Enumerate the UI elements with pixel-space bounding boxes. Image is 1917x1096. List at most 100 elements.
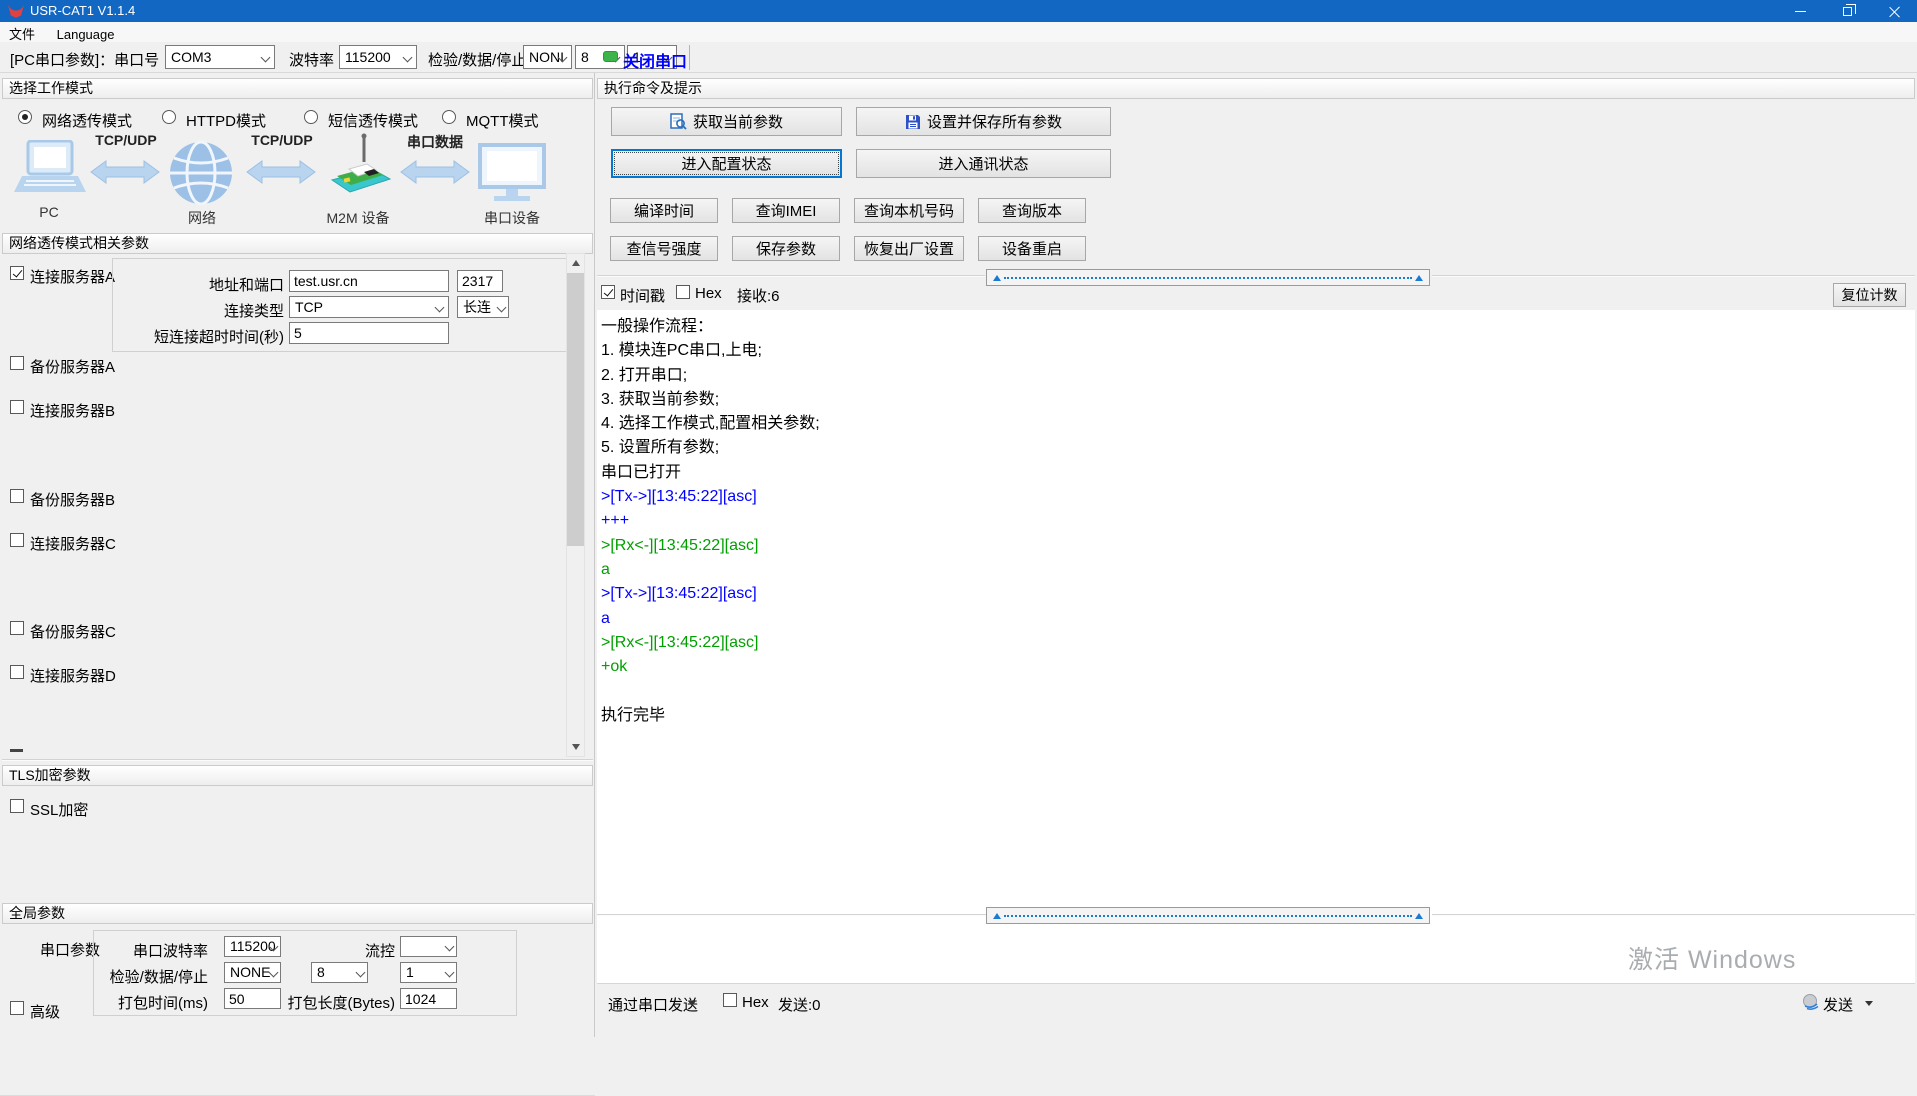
enter-config-button[interactable]: 进入配置状态	[611, 149, 842, 178]
compile-time-button[interactable]: 编译时间	[610, 198, 718, 223]
global-parity-select[interactable]: NONE	[224, 962, 281, 983]
query-number-button[interactable]: 查询本机号码	[854, 198, 964, 223]
send-sphere-icon[interactable]	[1802, 993, 1820, 1011]
watermark-line1: 激活 Windows	[1628, 940, 1836, 976]
checkbox-server-a[interactable]	[10, 266, 24, 280]
checkbox-timestamp-label[interactable]: 时间戳	[620, 285, 665, 306]
get-params-button[interactable]: 获取当前参数	[611, 107, 842, 136]
signal-strength-button[interactable]: 查信号强度	[610, 236, 718, 261]
radio-net-transparent-label[interactable]: 网络透传模式	[42, 110, 132, 131]
checkbox-server-b[interactable]	[10, 400, 24, 414]
checkbox-advanced-label[interactable]: 高级	[30, 1001, 60, 1022]
checkbox-timestamp[interactable]	[601, 285, 615, 299]
checkbox-backup-server-c-label[interactable]: 备份服务器C	[30, 621, 116, 642]
save-params-button[interactable]: 保存参数	[732, 236, 840, 261]
reset-counter-label: 复位计数	[1842, 285, 1898, 305]
flow-control-select[interactable]	[400, 936, 457, 957]
send-button[interactable]: 发送	[1823, 994, 1853, 1015]
scroll-down-button[interactable]	[567, 738, 584, 756]
close-serial-button[interactable]: 关闭串口	[623, 48, 687, 72]
server-a-port-input[interactable]	[457, 270, 503, 292]
chevron-down-icon	[497, 303, 507, 313]
checkbox-advanced[interactable]	[10, 1001, 24, 1015]
divider-line	[597, 275, 985, 277]
progress-marker-icon	[1415, 275, 1423, 281]
checkbox-server-b-label[interactable]: 连接服务器B	[30, 400, 115, 421]
minimize-button[interactable]	[1777, 0, 1823, 22]
log-line: 5. 设置所有参数;	[601, 436, 1915, 460]
device-restart-button[interactable]: 设备重启	[978, 236, 1086, 261]
checkbox-server-c[interactable]	[10, 533, 24, 547]
set-save-all-button[interactable]: 设置并保存所有参数	[856, 107, 1111, 136]
checkbox-server-c-label[interactable]: 连接服务器C	[30, 533, 116, 554]
baud-label: 波特率	[289, 49, 334, 70]
log-line: >[Tx->][13:45:22][asc]	[601, 582, 1915, 606]
checkbox-hex-send[interactable]	[723, 993, 737, 1007]
send-via-serial-dropdown[interactable]: 通过串口发送	[608, 994, 698, 1015]
checkbox-server-a-label[interactable]: 连接服务器A	[30, 266, 115, 287]
chevron-down-icon	[261, 53, 271, 63]
checkbox-server-d[interactable]	[10, 665, 24, 679]
arrow-down-icon	[572, 744, 580, 750]
factory-reset-label: 恢复出厂设置	[864, 238, 954, 259]
radio-mqtt[interactable]	[442, 110, 456, 124]
checkbox-server-d-label[interactable]: 连接服务器D	[30, 665, 116, 686]
radio-mqtt-label[interactable]: MQTT模式	[466, 110, 539, 131]
server-a-conn-type-select[interactable]: TCP	[289, 296, 449, 318]
log-line: 执行完毕	[601, 704, 1915, 728]
log-output-area[interactable]: 一般操作流程： 1. 模块连PC串口,上电; 2. 打开串口; 3. 获取当前参…	[597, 310, 1915, 984]
signal-strength-label: 查信号强度	[626, 238, 701, 259]
checkbox-backup-server-a[interactable]	[10, 356, 24, 370]
server-a-timeout-input[interactable]	[289, 322, 449, 344]
sent-count-label: 发送:0	[778, 994, 821, 1015]
conn-type-label: 连接类型	[121, 300, 284, 321]
send-progress-bar	[986, 907, 1430, 924]
usr-cat1-window: USR-CAT1 V1.1.4 文件 Language [PC串口参数]：串口号…	[0, 0, 1917, 1037]
checkbox-ssl-label[interactable]: SSL加密	[30, 799, 88, 820]
server-a-address-input[interactable]	[289, 270, 449, 292]
factory-reset-button[interactable]: 恢复出厂设置	[854, 236, 964, 261]
scrollbar-thumb[interactable]	[567, 273, 584, 546]
chevron-down-icon	[356, 968, 366, 978]
parity-select[interactable]: NONI	[523, 45, 572, 69]
com-port-select[interactable]: COM3	[165, 45, 275, 69]
log-line: >[Tx->][13:45:22][asc]	[601, 485, 1915, 509]
recv-count-label: 接收:6	[737, 285, 780, 306]
close-button[interactable]	[1871, 0, 1917, 22]
global-baud-select[interactable]: 115200	[224, 936, 281, 957]
arrow-left-right-icon	[246, 158, 316, 186]
checkbox-backup-server-b[interactable]	[10, 489, 24, 503]
global-databits-select[interactable]: 8	[311, 962, 368, 983]
checkbox-backup-server-b-label[interactable]: 备份服务器B	[30, 489, 115, 510]
server-a-keepalive-select[interactable]: 长连	[457, 296, 509, 318]
pack-time-input[interactable]	[224, 988, 281, 1009]
baud-select[interactable]: 115200	[339, 45, 417, 69]
global-databits-value: 8	[317, 964, 325, 980]
query-version-button[interactable]: 查询版本	[978, 198, 1086, 223]
pc-serial-label: [PC串口参数]：串口号	[10, 49, 159, 70]
reset-counter-button[interactable]: 复位计数	[1833, 283, 1906, 307]
checkbox-backup-server-c[interactable]	[10, 621, 24, 635]
radio-httpd[interactable]	[162, 110, 176, 124]
checkbox-hex-recv-label[interactable]: Hex	[695, 285, 722, 302]
checkbox-hex-recv[interactable]	[676, 285, 690, 299]
global-parity-value: NONE	[230, 964, 270, 980]
checkbox-backup-server-a-label[interactable]: 备份服务器A	[30, 356, 115, 377]
radio-net-transparent[interactable]	[18, 110, 32, 124]
scroll-up-button[interactable]	[567, 254, 584, 272]
query-imei-button[interactable]: 查询IMEI	[732, 198, 840, 223]
left-panel-scrollbar[interactable]	[566, 253, 585, 757]
restore-button[interactable]	[1824, 0, 1870, 22]
radio-sms-transparent-label[interactable]: 短信透传模式	[328, 110, 418, 131]
global-stopbits-select[interactable]: 1	[400, 962, 457, 983]
chevron-down-icon[interactable]	[688, 1001, 696, 1006]
checkbox-hex-send-label[interactable]: Hex	[742, 994, 769, 1011]
pack-len-input[interactable]	[400, 988, 457, 1009]
radio-sms-transparent[interactable]	[304, 110, 318, 124]
checkbox-ssl[interactable]	[10, 799, 24, 813]
chevron-down-icon[interactable]	[1865, 1001, 1873, 1006]
search-doc-icon	[670, 113, 687, 130]
diagram-net-label: 网络	[172, 208, 232, 228]
enter-comm-button[interactable]: 进入通讯状态	[856, 149, 1111, 178]
radio-httpd-label[interactable]: HTTPD模式	[186, 110, 266, 131]
